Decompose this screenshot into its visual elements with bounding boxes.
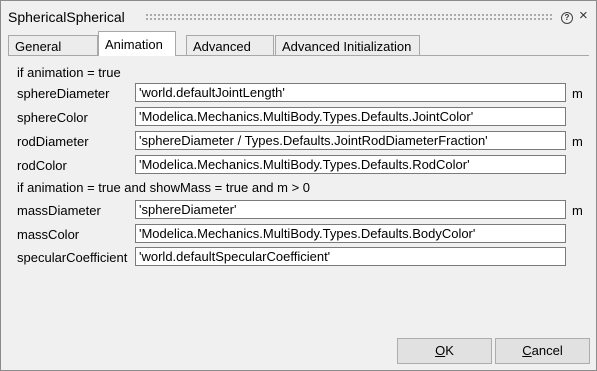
sphere-color-label: sphereColor [17,110,88,125]
sphere-diameter-label: sphereDiameter [17,86,110,101]
rod-diameter-field[interactable]: 'sphereDiameter / Types.Defaults.JointRo… [135,131,566,150]
ok-label-rest: K [445,343,454,358]
tab-animation[interactable]: Animation [98,31,176,56]
tab-bar: General Animation Advanced Advanced Init… [1,31,596,56]
section-heading-mass: if animation = true and showMass = true … [17,180,311,195]
cancel-button[interactable]: Cancel [495,338,590,364]
mass-color-label: massColor [17,227,80,242]
cancel-label-rest: ancel [531,343,563,358]
specular-coefficient-field[interactable]: 'world.defaultSpecularCoefficient' [135,247,566,266]
mass-diameter-label: massDiameter [17,203,101,218]
section-heading-animation: if animation = true [17,65,121,80]
tab-advanced-initialization-label: Advanced Initialization [282,39,412,54]
title-bar[interactable]: SphericalSpherical ? × [1,1,596,30]
mass-diameter-unit: m [572,203,583,218]
ok-button[interactable]: OK [397,338,492,364]
tab-advanced-label: Advanced [193,39,251,54]
mass-diameter-field[interactable]: 'sphereDiameter' [135,200,566,219]
ok-mnemonic: O [435,343,446,358]
drag-grip[interactable] [145,13,553,21]
question-circle-icon[interactable]: ? [561,12,573,24]
tab-general[interactable]: General [8,35,98,55]
rod-color-field[interactable]: 'Modelica.Mechanics.MultiBody.Types.Defa… [135,155,566,174]
dialog-window: SphericalSpherical ? × General Animation… [0,0,597,371]
cancel-mnemonic: C [522,343,532,358]
rod-diameter-label: rodDiameter [17,134,89,149]
sphere-diameter-unit: m [572,86,583,101]
close-icon[interactable]: × [579,8,588,24]
mass-color-field[interactable]: 'Modelica.Mechanics.MultiBody.Types.Defa… [135,224,566,243]
specular-coefficient-label: specularCoefficient [17,250,128,265]
tab-advanced-initialization[interactable]: Advanced Initialization [275,35,420,55]
rod-color-label: rodColor [17,158,67,173]
sphere-diameter-field[interactable]: 'world.defaultJointLength' [135,83,566,102]
window-title: SphericalSpherical [8,9,125,25]
tab-advanced[interactable]: Advanced [186,35,274,55]
rod-diameter-unit: m [572,134,583,149]
tab-animation-label: Animation [105,37,163,52]
sphere-color-field[interactable]: 'Modelica.Mechanics.MultiBody.Types.Defa… [135,107,566,126]
tab-general-label: General [15,39,62,54]
